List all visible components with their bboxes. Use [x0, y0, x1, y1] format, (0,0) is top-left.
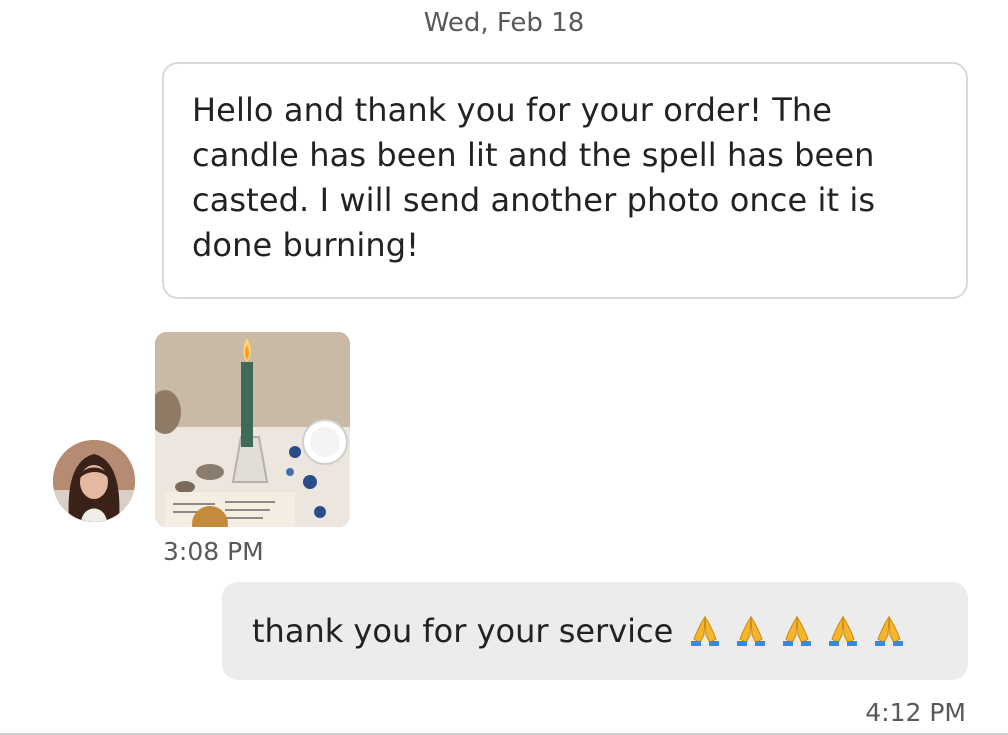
photo-timestamp: 3:08 PM: [163, 537, 264, 566]
outgoing-message-bubble[interactable]: thank you for your service: [222, 582, 968, 680]
folded-hands-icon: [829, 615, 858, 646]
sender-avatar[interactable]: [53, 440, 135, 522]
candle-photo-image: [155, 332, 350, 527]
date-divider: Wed, Feb 18: [423, 8, 585, 38]
incoming-message-bubble[interactable]: Hello and thank you for your order! The …: [162, 62, 968, 299]
folded-hands-icon: [737, 615, 766, 646]
emoji-row: [687, 613, 907, 649]
candle-photo[interactable]: [155, 332, 350, 527]
folded-hands-icon: [875, 615, 904, 646]
incoming-message-text: Hello and thank you for your order! The …: [192, 91, 876, 264]
outgoing-timestamp: 4:12 PM: [865, 698, 966, 727]
avatar-image: [53, 440, 135, 522]
outgoing-message-text: thank you for your service: [252, 612, 674, 650]
folded-hands-icon: [783, 615, 812, 646]
folded-hands-icon: [691, 615, 720, 646]
